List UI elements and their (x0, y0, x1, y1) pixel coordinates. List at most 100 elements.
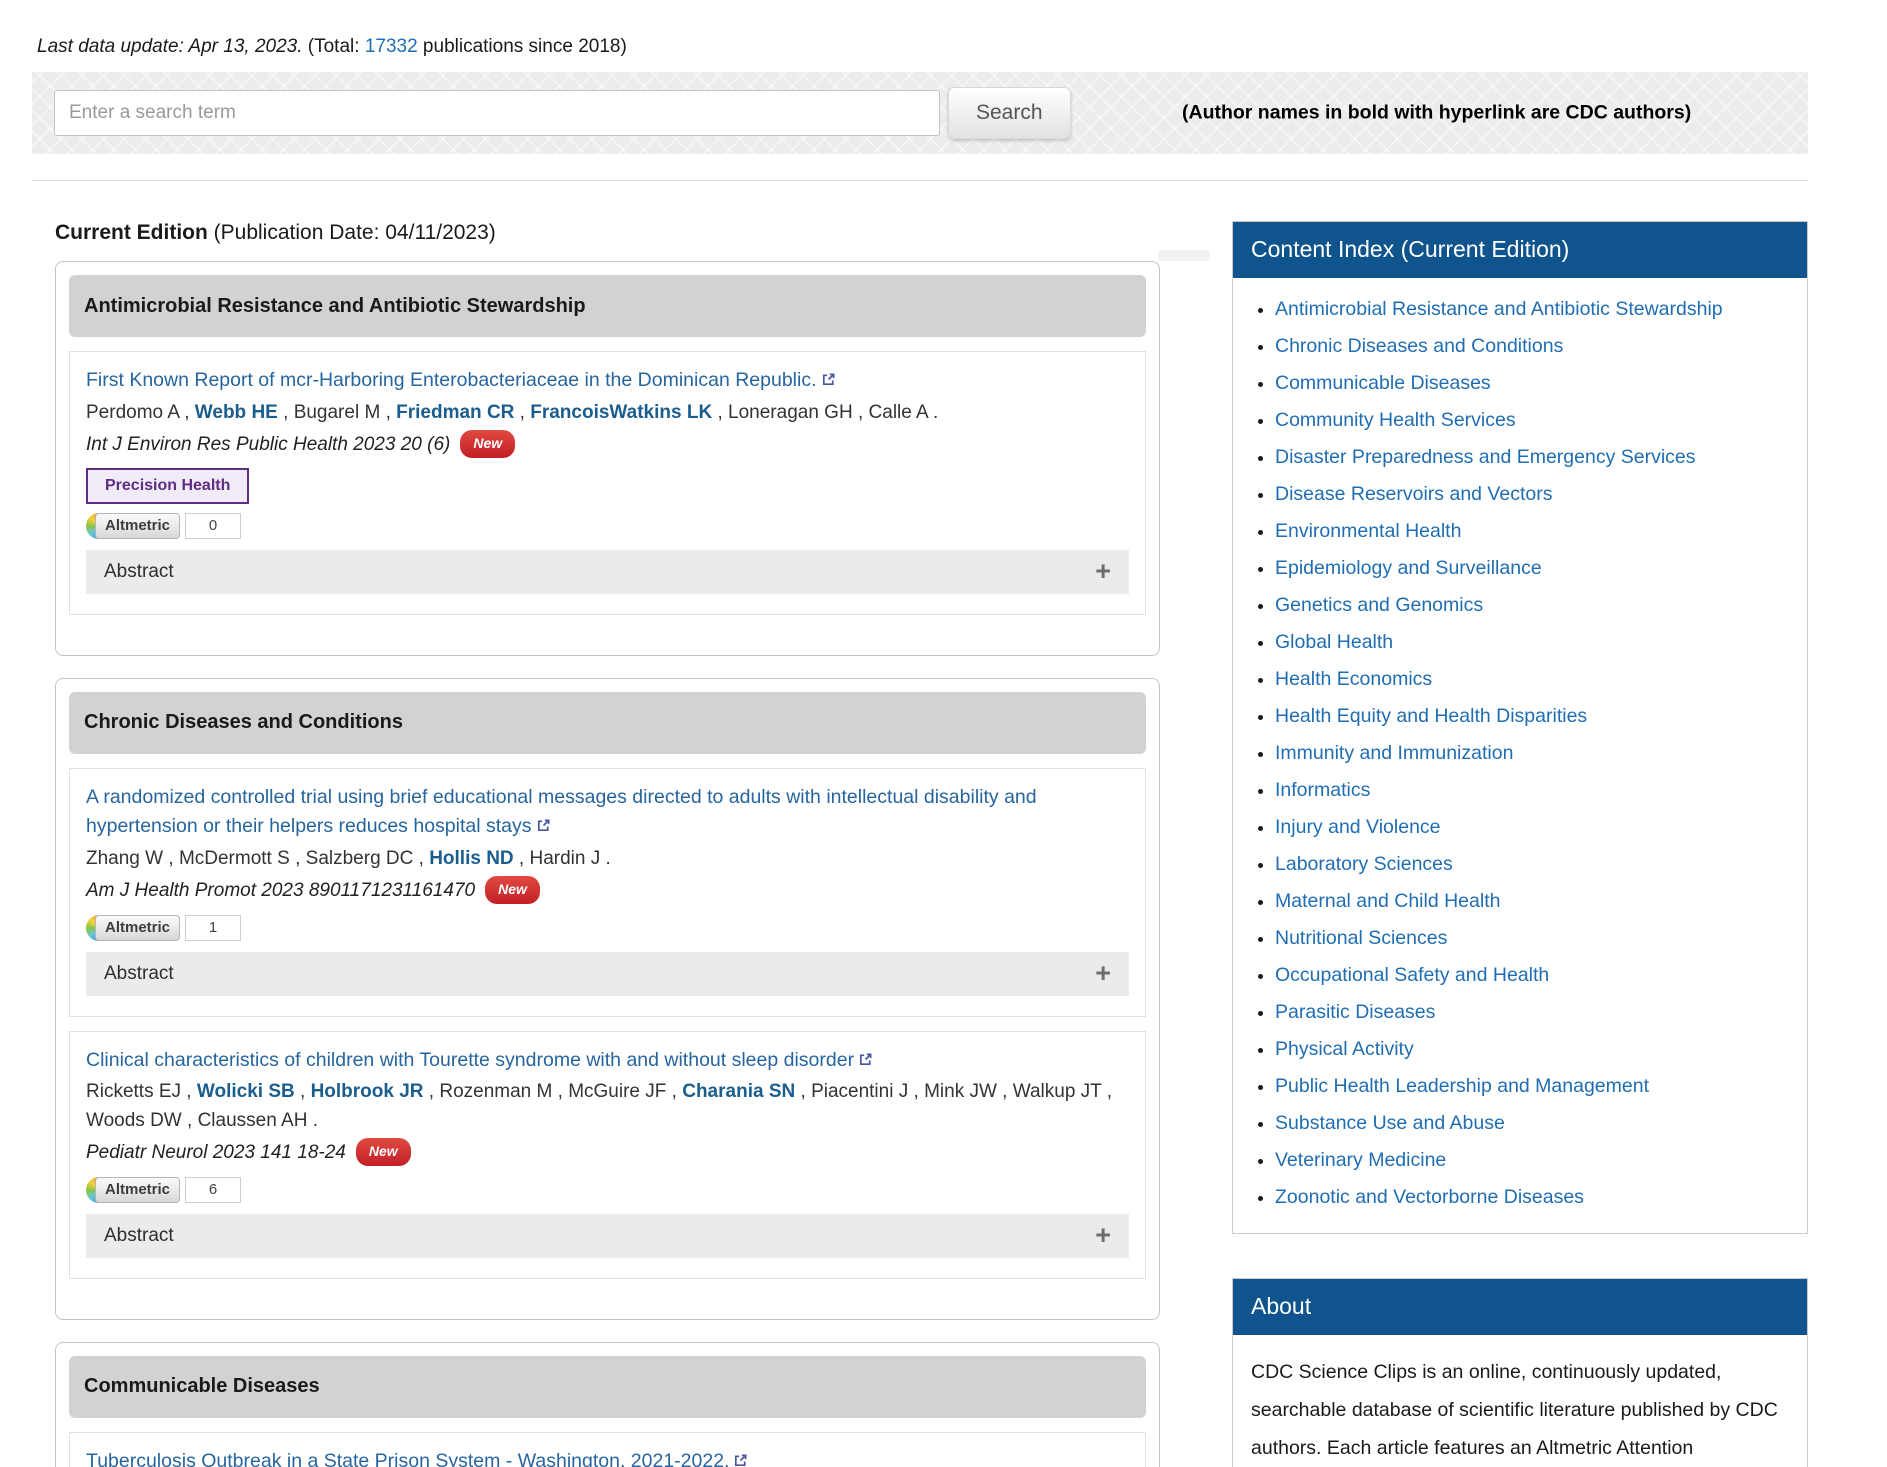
abstract-label: Abstract (104, 1225, 174, 1247)
author-name: Bugarel M (294, 402, 381, 423)
topic-tag: Precision Health (86, 468, 249, 504)
content-index-header: Content Index (Current Edition) (1233, 222, 1807, 278)
article-title-line: First Known Report of mcr-Harboring Ente… (86, 366, 1129, 397)
publication-date: (Publication Date: 04/11/2023) (208, 221, 496, 244)
article-title-line: Tuberculosis Outbreak in a State Prison … (86, 1447, 1129, 1467)
about-header: About (1233, 1279, 1807, 1335)
altmetric-badge[interactable]: Altmetric 0 (86, 512, 241, 540)
content-index-link[interactable]: Immunity and Immunization (1275, 742, 1513, 764)
cdc-author-link[interactable]: Hollis ND (429, 848, 513, 869)
content-index-item: Health Economics (1275, 668, 1807, 691)
page: Last data update: Apr 13, 2023. (Total: … (0, 36, 1887, 1467)
plus-icon: + (1095, 558, 1111, 585)
external-link-icon[interactable] (858, 1048, 873, 1077)
content-index-link[interactable]: Antimicrobial Resistance and Antibiotic … (1275, 298, 1723, 320)
content-index-link[interactable]: Veterinary Medicine (1275, 1149, 1446, 1171)
content-index-link[interactable]: Environmental Health (1275, 520, 1461, 542)
altmetric-label: Altmetric (95, 915, 180, 941)
content-index-item: Occupational Safety and Health (1275, 964, 1807, 987)
current-edition-title: Current Edition (55, 221, 208, 244)
content-index-link[interactable]: Disaster Preparedness and Emergency Serv… (1275, 446, 1696, 468)
about-panel: About CDC Science Clips is an online, co… (1232, 1278, 1808, 1467)
author-name: Hardin J (530, 848, 601, 869)
altmetric-badge[interactable]: Altmetric 6 (86, 1176, 241, 1204)
new-badge: New (485, 876, 540, 904)
cdc-author-link[interactable]: FrancoisWatkins LK (530, 402, 712, 423)
content-index-link[interactable]: Health Equity and Health Disparities (1275, 705, 1587, 727)
content-index-link[interactable]: Parasitic Diseases (1275, 1001, 1435, 1023)
cdc-author-link[interactable]: Webb HE (195, 402, 278, 423)
cdc-author-link[interactable]: Holbrook JR (311, 1081, 424, 1102)
author-name: McGuire JF (568, 1081, 666, 1102)
content-index-link[interactable]: Disease Reservoirs and Vectors (1275, 483, 1552, 505)
content-index-list: Antimicrobial Resistance and Antibiotic … (1233, 298, 1807, 1209)
abstract-toggle[interactable]: Abstract + (86, 550, 1129, 594)
altmetric-badge[interactable]: Altmetric 1 (86, 914, 241, 942)
altmetric-label: Altmetric (95, 1177, 180, 1203)
plus-icon: + (1095, 960, 1111, 987)
content-index-link[interactable]: Informatics (1275, 779, 1370, 801)
abstract-label: Abstract (104, 963, 174, 985)
article-title-link[interactable]: Clinical characteristics of children wit… (86, 1049, 854, 1071)
journal-citation: Int J Environ Res Public Health 2023 20 … (86, 434, 450, 455)
last-update-line: Last data update: Apr 13, 2023. (Total: … (37, 36, 1808, 58)
search-button[interactable]: Search (948, 87, 1071, 139)
content-index-link[interactable]: Physical Activity (1275, 1038, 1414, 1060)
content-index-link[interactable]: Occupational Safety and Health (1275, 964, 1549, 986)
content-index-link[interactable]: Chronic Diseases and Conditions (1275, 335, 1563, 357)
content-index-link[interactable]: Substance Use and Abuse (1275, 1112, 1505, 1134)
journal-line: Int J Environ Res Public Health 2023 20 … (86, 430, 1129, 460)
article: Tuberculosis Outbreak in a State Prison … (69, 1432, 1146, 1467)
content-index-item: Zoonotic and Vectorborne Diseases (1275, 1186, 1807, 1209)
total-publications-link[interactable]: 17332 (365, 36, 418, 57)
content-index-link[interactable]: Genetics and Genomics (1275, 594, 1483, 616)
article-title-link[interactable]: A randomized controlled trial using brie… (86, 786, 1037, 838)
sidebar: Content Index (Current Edition) Antimicr… (1232, 221, 1808, 1467)
altmetric-score: 0 (185, 513, 241, 539)
external-link-icon[interactable] (733, 1449, 748, 1467)
journal-line: Pediatr Neurol 2023 141 18-24New (86, 1138, 1129, 1168)
content-index-link[interactable]: Health Economics (1275, 668, 1432, 690)
article-authors: Ricketts EJ , Wolicki SB , Holbrook JR ,… (86, 1078, 1129, 1135)
total-suffix: publications since 2018) (418, 36, 627, 57)
content-index-item: Parasitic Diseases (1275, 1001, 1807, 1024)
author-name: Salzberg DC (306, 848, 414, 869)
content-index-link[interactable]: Public Health Leadership and Management (1275, 1075, 1649, 1097)
content-index-link[interactable]: Injury and Violence (1275, 816, 1441, 838)
content-index-item: Substance Use and Abuse (1275, 1112, 1807, 1135)
article-title-line: Clinical characteristics of children wit… (86, 1046, 1129, 1077)
content-index-link[interactable]: Community Health Services (1275, 409, 1516, 431)
content-index-link[interactable]: Global Health (1275, 631, 1393, 653)
altmetric-score: 6 (185, 1177, 241, 1203)
cdc-author-link[interactable]: Friedman CR (396, 402, 514, 423)
article-title-link[interactable]: Tuberculosis Outbreak in a State Prison … (86, 1450, 729, 1467)
external-link-icon[interactable] (536, 814, 551, 843)
abstract-toggle[interactable]: Abstract + (86, 1214, 1129, 1258)
article-list: A randomized controlled trial using brie… (69, 768, 1146, 1279)
journal-line: Am J Health Promot 2023 8901171231161470… (86, 876, 1129, 906)
content-index-item: Antimicrobial Resistance and Antibiotic … (1275, 298, 1807, 321)
current-edition-heading: Current Edition (Publication Date: 04/11… (55, 221, 1160, 245)
last-update-text: Last data update: Apr 13, 2023. (37, 36, 303, 57)
author-name: Perdomo A (86, 402, 179, 423)
content-index-link[interactable]: Laboratory Sciences (1275, 853, 1453, 875)
cdc-author-link[interactable]: Wolicki SB (197, 1081, 295, 1102)
cdc-authors-note: (Author names in bold with hyperlink are… (1182, 102, 1691, 125)
content-index-link[interactable]: Epidemiology and Surveillance (1275, 557, 1542, 579)
content-index-item: Disease Reservoirs and Vectors (1275, 483, 1807, 506)
content-index-link[interactable]: Maternal and Child Health (1275, 890, 1500, 912)
content-index-link[interactable]: Communicable Diseases (1275, 372, 1491, 394)
content-index-link[interactable]: Zoonotic and Vectorborne Diseases (1275, 1186, 1584, 1208)
content-index-item: Global Health (1275, 631, 1807, 654)
article-authors: Zhang W , McDermott S , Salzberg DC , Ho… (86, 845, 1129, 874)
search-band: Search (Author names in bold with hyperl… (32, 72, 1808, 154)
content-index-link[interactable]: Nutritional Sciences (1275, 927, 1447, 949)
author-name: McDermott S (179, 848, 290, 869)
article: Clinical characteristics of children wit… (69, 1031, 1146, 1279)
abstract-toggle[interactable]: Abstract + (86, 952, 1129, 996)
cdc-author-link[interactable]: Charania SN (682, 1081, 795, 1102)
external-link-icon[interactable] (821, 368, 836, 397)
topic-section: Chronic Diseases and Conditions A random… (55, 678, 1160, 1320)
article-title-link[interactable]: First Known Report of mcr-Harboring Ente… (86, 369, 817, 391)
search-input[interactable] (54, 90, 940, 136)
